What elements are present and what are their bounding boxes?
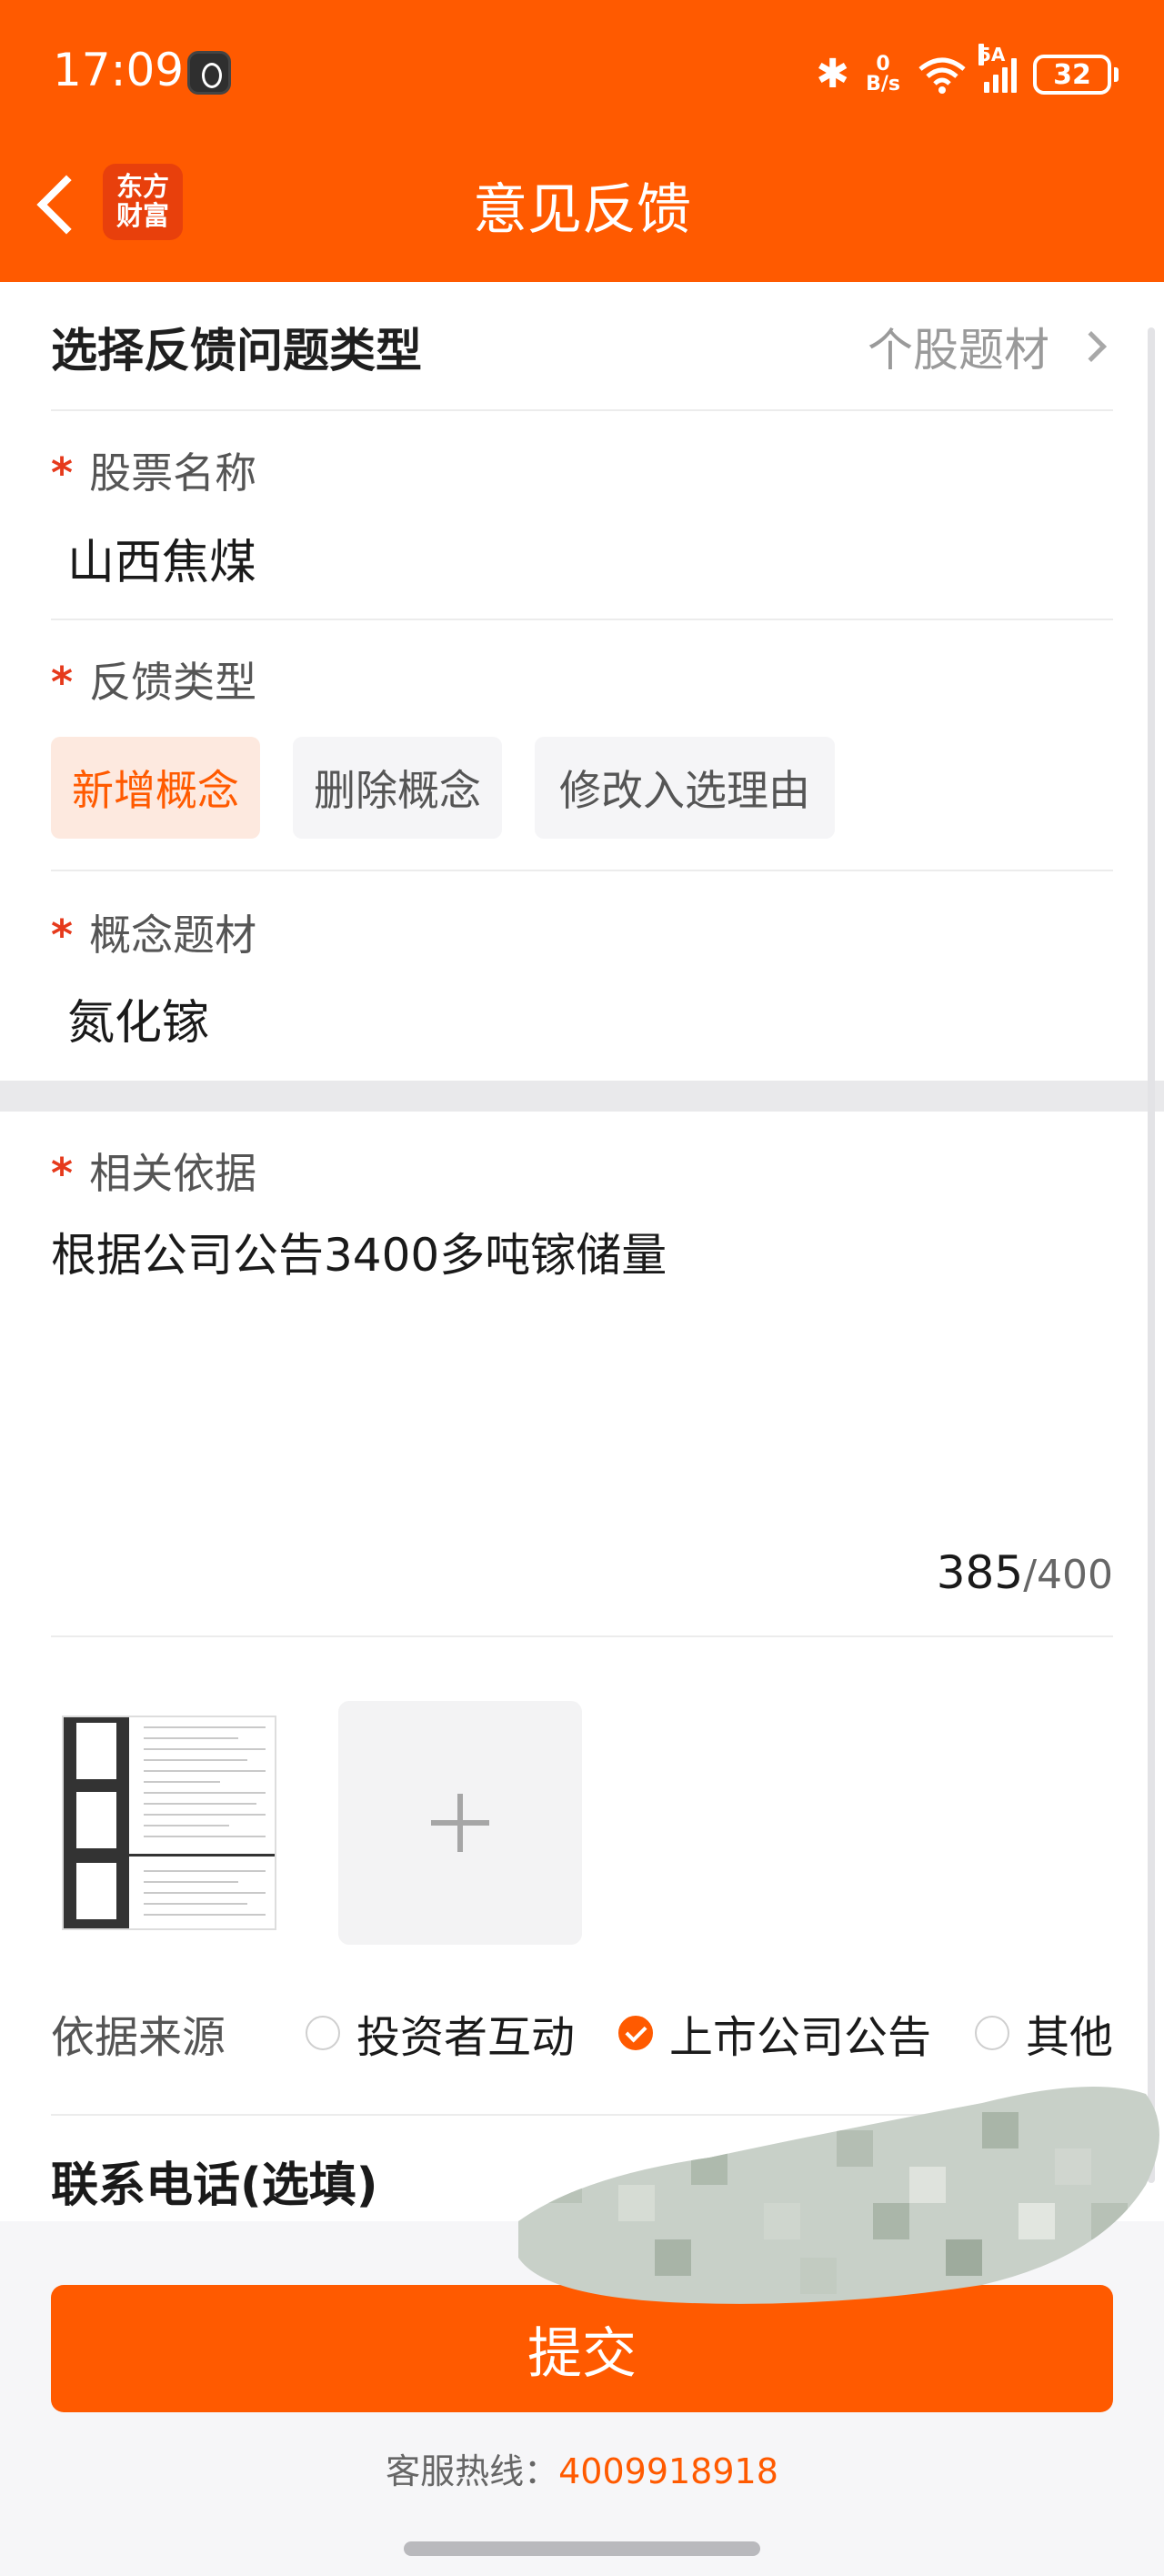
required-star: * <box>51 448 74 498</box>
concept-label-text: 概念题材 <box>89 911 257 960</box>
scrollbar[interactable] <box>1148 327 1155 2183</box>
section-separator <box>0 1081 1164 1112</box>
check-icon <box>617 2016 653 2050</box>
network-speed: 0 B/s <box>866 55 900 95</box>
radio-label: 其他 <box>1025 2012 1113 2063</box>
required-star: * <box>51 1149 74 1198</box>
attached-image-thumbnail[interactable] <box>62 1716 276 1930</box>
hotline-number[interactable]: 4009918918 <box>558 2451 778 2491</box>
divider <box>51 870 1113 871</box>
char-max: /400 <box>1023 1552 1113 1598</box>
app-notification-icon <box>187 51 231 95</box>
required-star: * <box>51 911 74 960</box>
radio-unchecked-icon <box>305 2016 340 2050</box>
char-counter: 385/400 <box>937 1546 1113 1599</box>
status-icons: ✱ 0 B/s 5A 32 <box>816 44 1119 100</box>
source-label: 依据来源 <box>51 2012 226 2063</box>
battery-level: 32 <box>1033 55 1111 95</box>
battery-icon: 32 <box>1033 55 1119 95</box>
divider <box>51 1635 1113 1637</box>
char-count: 385 <box>936 1546 1024 1599</box>
chevron-right-icon <box>1076 331 1107 362</box>
feedback-kind-label-text: 反馈类型 <box>89 658 257 707</box>
network-speed-value: 0 <box>876 53 890 75</box>
page-title: 意见反馈 <box>473 178 691 242</box>
feedback-type-row[interactable]: 选择反馈问题类型 个股题材 <box>51 284 1113 411</box>
basis-label: * 相关依据 <box>51 1141 256 1201</box>
feedback-type-label: 选择反馈问题类型 <box>51 325 423 378</box>
radio-label: 上市公司公告 <box>668 2012 931 2063</box>
bluetooth-icon: ✱ <box>816 51 850 97</box>
basis-textarea[interactable]: 根据公司公告3400多吨镓储量 <box>51 1219 667 1284</box>
header: 17:09 ✱ 0 B/s 5A 32 东方 财富 意见反馈 <box>0 0 1164 282</box>
chip-delete-concept[interactable]: 删除概念 <box>293 737 502 839</box>
stock-name-label-text: 股票名称 <box>89 448 257 498</box>
wifi-icon <box>917 55 968 95</box>
hotline: 客服热线：4009918918 <box>0 2443 1164 2493</box>
home-indicator[interactable] <box>404 2541 760 2556</box>
chip-add-concept[interactable]: 新增概念 <box>51 737 260 839</box>
source-row: 依据来源 投资者互动 上市公司公告 其他 <box>51 2001 1113 2065</box>
radio-unchecked-icon <box>974 2016 1009 2050</box>
chip-modify-reason[interactable]: 修改入选理由 <box>535 737 835 839</box>
radio-other[interactable]: 其他 <box>974 2001 1113 2065</box>
redaction-mosaic <box>509 2076 1164 2312</box>
phone-label: 联系电话(选填) <box>51 2158 378 2213</box>
status-time: 17:09 <box>53 44 185 96</box>
add-image-button[interactable] <box>338 1701 582 1945</box>
feedback-type-value: 个股题材 <box>868 324 1049 377</box>
required-star: * <box>51 658 74 707</box>
radio-label: 投资者互动 <box>356 2012 575 2063</box>
stock-name-field[interactable]: 山西焦煤 <box>67 524 256 592</box>
radio-investor-interaction[interactable]: 投资者互动 <box>305 2001 575 2065</box>
concept-label: * 概念题材 <box>51 902 256 962</box>
radio-company-announcement[interactable]: 上市公司公告 <box>617 2001 931 2065</box>
network-speed-unit: B/s <box>866 73 900 96</box>
concept-field[interactable]: 氮化镓 <box>67 984 209 1052</box>
source-radio-group: 投资者互动 上市公司公告 其他 <box>305 2001 1113 2065</box>
signal-icon: 5A <box>978 44 1017 93</box>
hotline-label: 客服热线： <box>386 2451 559 2491</box>
stock-name-label: * 股票名称 <box>51 440 256 500</box>
divider <box>51 619 1113 620</box>
basis-label-text: 相关依据 <box>89 1149 257 1198</box>
signal-label: 5A <box>978 44 1006 65</box>
feedback-kind-label: * 反馈类型 <box>51 649 256 709</box>
